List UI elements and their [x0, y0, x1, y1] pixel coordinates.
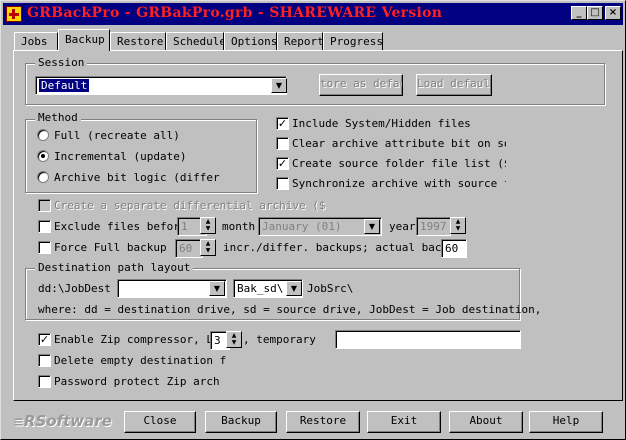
differential-archive-checkbox[interactable] — [38, 199, 51, 212]
app-icon[interactable] — [6, 6, 22, 22]
close-button[interactable]: Close — [124, 411, 196, 433]
year-field[interactable]: 1997 — [416, 217, 451, 236]
zip-level-spinner[interactable]: ▲ ▼ — [226, 331, 242, 348]
radio-full-label: Full (recreate all) — [54, 129, 180, 142]
tab-backup[interactable]: Backup — [58, 29, 110, 51]
tab-schedule[interactable]: Schedule — [166, 32, 226, 50]
clear-archive-bit-label: Clear archive attribute bit on sourc — [292, 137, 506, 150]
destination-suffix: JobSrc\ — [307, 282, 354, 295]
chevron-down-icon[interactable]: ▼ — [364, 219, 380, 234]
logo-icon: ≡ — [13, 415, 24, 430]
method-group-label: Method — [35, 111, 81, 124]
temporary-path-field[interactable] — [335, 330, 521, 349]
clear-archive-bit-checkbox[interactable] — [276, 137, 289, 150]
chevron-down-icon[interactable]: ▼ — [271, 78, 287, 93]
logo-text: RSoftware — [23, 412, 112, 430]
session-select[interactable]: Default — [35, 76, 287, 95]
help-button[interactable]: Help — [529, 411, 603, 433]
synchronize-archive-label: Synchronize archive with source fol — [292, 177, 506, 190]
exclude-months-spinner[interactable]: ▲ ▼ — [200, 217, 216, 234]
tab-restore[interactable]: Restore — [110, 32, 166, 50]
tab-options[interactable]: Options — [224, 32, 277, 50]
synchronize-archive-checkbox[interactable] — [276, 177, 289, 190]
year-label: year — [389, 220, 416, 233]
radio-incremental[interactable] — [37, 150, 49, 162]
enable-zip-label: Enable Zip compressor, Le — [54, 333, 220, 346]
exclude-files-checkbox[interactable] — [38, 220, 51, 233]
session-group-label: Session — [35, 56, 88, 69]
destination-prefix: dd:\JobDest — [38, 282, 111, 295]
title-bar[interactable]: GRBackPro - GRBakPro.grb - SHAREWARE Ver… — [3, 3, 623, 25]
radio-full[interactable] — [37, 129, 49, 141]
password-zip-label: Password protect Zip arch — [54, 375, 220, 388]
minimize-button[interactable]: _ — [571, 6, 587, 20]
destination-group-label: Destination path layout — [35, 261, 194, 274]
exit-button[interactable]: Exit — [367, 411, 441, 433]
radio-archive-bit[interactable] — [37, 171, 49, 183]
radio-archive-bit-label: Archive bit logic (differ — [54, 171, 220, 184]
company-logo: ≡RSoftware — [13, 412, 112, 430]
force-full-label: Force Full backup — [54, 241, 167, 254]
main-window: GRBackPro - GRBakPro.grb - SHAREWARE Ver… — [0, 0, 626, 440]
close-window-button[interactable]: × — [605, 6, 621, 20]
chevron-down-icon[interactable]: ▼ — [286, 281, 302, 296]
enable-zip-checkbox[interactable]: ✓ — [38, 333, 51, 346]
delete-empty-checkbox[interactable] — [38, 354, 51, 367]
backup-button[interactable]: Backup — [205, 411, 277, 433]
force-full-suffix: incr./differ. backups; actual backup — [223, 241, 462, 254]
session-selected-value: Default — [39, 79, 90, 92]
about-button[interactable]: About — [449, 411, 523, 433]
load-default-button[interactable]: Load default — [416, 74, 492, 96]
window-title: GRBackPro - GRBakPro.grb - SHAREWARE Ver… — [27, 5, 443, 21]
include-system-hidden-label: Include System/Hidden files — [292, 117, 471, 130]
force-full-count-field[interactable]: 60 — [175, 239, 203, 258]
tab-progress[interactable]: Progress — [323, 32, 383, 50]
month-label: month — [222, 220, 256, 233]
force-full-spinner[interactable]: ▲ ▼ — [200, 239, 216, 256]
include-system-hidden-checkbox[interactable]: ✓ — [276, 117, 289, 130]
temporary-label: , temporary — [243, 333, 316, 346]
radio-incremental-label: Incremental (update) — [54, 150, 187, 163]
restore-button[interactable]: Restore — [286, 411, 360, 433]
force-full-checkbox[interactable] — [38, 241, 51, 254]
exclude-files-label: Exclude files before — [54, 220, 177, 233]
year-spinner[interactable]: ▲ ▼ — [450, 217, 466, 234]
destination-legend: where: dd = destination drive, sd = sour… — [38, 303, 542, 316]
create-file-list-checkbox[interactable]: ✓ — [276, 157, 289, 170]
tab-report[interactable]: Report — [277, 32, 324, 50]
store-as-default-button[interactable]: tore as defaul — [319, 74, 403, 96]
chevron-down-icon[interactable]: ▼ — [209, 281, 225, 296]
maximize-button[interactable]: □ — [587, 6, 603, 20]
tab-jobs[interactable]: Jobs — [14, 32, 58, 50]
actual-backup-field[interactable]: 60 — [441, 239, 467, 258]
password-zip-checkbox[interactable] — [38, 375, 51, 388]
create-file-list-label: Create source folder file list ($bac — [292, 157, 506, 170]
delete-empty-label: Delete empty destination f — [54, 354, 227, 367]
differential-archive-label: Create a separate differential archive (… — [54, 199, 326, 212]
